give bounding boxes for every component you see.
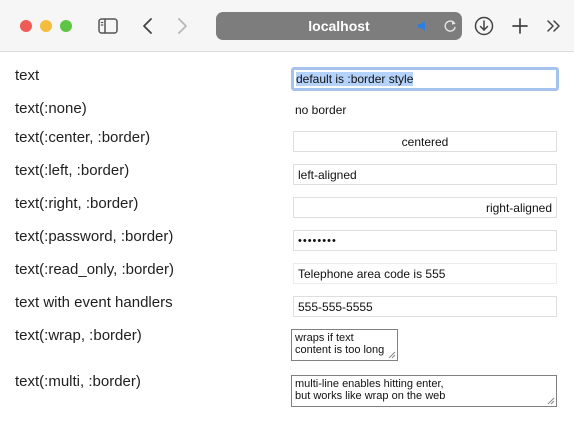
back-icon[interactable] [136, 14, 160, 38]
row-label-read-only: text(:read_only, :border) [15, 261, 174, 278]
read-only-field: Telephone area code is 555 [293, 263, 557, 284]
row-label-center: text(:center, :border) [15, 129, 151, 146]
row-label-wrap: text(:wrap, :border) [15, 327, 142, 344]
sidebar-icon[interactable] [96, 14, 120, 38]
textarea-line: multi-line enables hitting enter, [295, 378, 444, 390]
selected-text: default is :border style [296, 72, 414, 86]
row-label-password: text(:password, :border) [15, 228, 174, 245]
page-content: text default is :border style text(:none… [0, 53, 574, 438]
reload-icon[interactable] [442, 18, 458, 34]
resize-handle-icon[interactable] [388, 351, 396, 359]
textarea-line: but works like wrap on the web [295, 390, 446, 402]
row-label-text: text [15, 67, 40, 84]
textarea-line: content is too long [295, 344, 385, 356]
text-field-centered[interactable]: centered [293, 131, 557, 152]
phone-field[interactable]: 555-555-5555 [293, 296, 557, 317]
multi-line-textarea[interactable]: multi-line enables hitting enter, but wo… [291, 375, 557, 407]
chevron-double-right-icon[interactable] [542, 14, 566, 38]
row-label-none: text(:none) [15, 100, 87, 117]
resize-handle-icon[interactable] [547, 397, 555, 405]
plus-icon[interactable] [508, 14, 532, 38]
text-field-no-border[interactable]: no border [293, 100, 557, 121]
row-label-multi: text(:multi, :border) [15, 373, 141, 390]
maximize-window-button[interactable] [60, 20, 72, 32]
password-field[interactable]: •••••••• [293, 230, 557, 251]
text-field-left-aligned[interactable]: left-aligned [293, 164, 557, 185]
text-field-right-aligned[interactable]: right-aligned [293, 197, 557, 218]
row-label-right: text(:right, :border) [15, 195, 139, 212]
download-icon[interactable] [472, 14, 496, 38]
textarea-line: wraps if text [295, 332, 354, 344]
text-field-default[interactable]: default is :border style [291, 67, 559, 91]
speaker-icon[interactable] [417, 19, 431, 33]
wrap-textarea[interactable]: wraps if text content is too long [291, 329, 398, 361]
row-label-left: text(:left, :border) [15, 162, 130, 179]
browser-toolbar: localhost [0, 0, 574, 52]
close-window-button[interactable] [20, 20, 32, 32]
row-label-event-handlers: text with event handlers [15, 294, 173, 311]
minimize-window-button[interactable] [40, 20, 52, 32]
forward-icon[interactable] [170, 14, 194, 38]
address-bar[interactable]: localhost [216, 12, 462, 40]
